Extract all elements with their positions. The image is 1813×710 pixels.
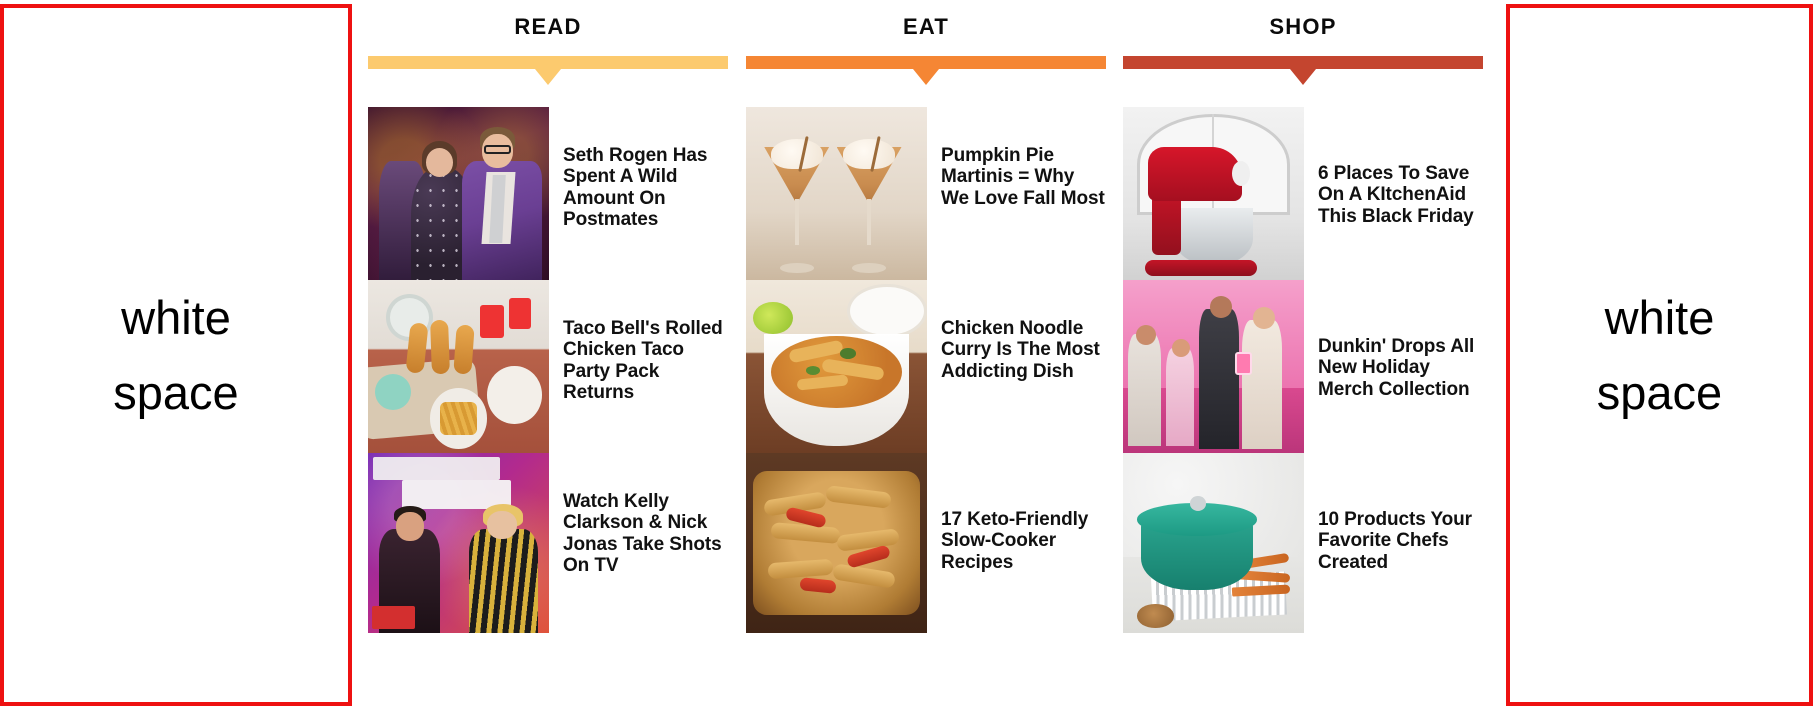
- article-headline[interactable]: 17 Keto-Friendly Slow-Cooker Recipes: [927, 453, 1106, 573]
- article-thumbnail-keto-slow-cooker[interactable]: [746, 453, 927, 633]
- article-headline[interactable]: Chicken Noodle Curry Is The Most Addicti…: [927, 280, 1106, 382]
- right-whitespace-annotation-box: white space: [1506, 4, 1813, 706]
- article-card[interactable]: Pumpkin Pie Martinis = Why We Love Fall …: [746, 107, 1106, 287]
- column-title-eat[interactable]: EAT: [746, 14, 1106, 40]
- column-bar-read: [368, 56, 728, 69]
- article-card[interactable]: Chicken Noodle Curry Is The Most Addicti…: [746, 280, 1106, 460]
- column-title-shop[interactable]: SHOP: [1123, 14, 1483, 40]
- article-thumbnail-chicken-curry[interactable]: [746, 280, 927, 460]
- column-arrow-shop: [1290, 69, 1316, 85]
- screenshot-canvas: white space white space READ Seth Rogen …: [0, 0, 1813, 710]
- article-thumbnail-kitchenaid-mixer[interactable]: [1123, 107, 1304, 287]
- column-bar-eat: [746, 56, 1106, 69]
- column-read: READ Seth Rogen Has Spent A Wild Amount …: [368, 0, 728, 710]
- article-headline[interactable]: Dunkin' Drops All New Holiday Merch Coll…: [1304, 280, 1483, 400]
- article-thumbnail-seth-rogen[interactable]: [368, 107, 549, 287]
- right-whitespace-label: white space: [1596, 290, 1723, 419]
- article-card[interactable]: 10 Products Your Favorite Chefs Created: [1123, 453, 1483, 633]
- left-whitespace-label: white space: [113, 290, 239, 419]
- article-thumbnail-kelly-clarkson[interactable]: [368, 453, 549, 633]
- content-columns: READ Seth Rogen Has Spent A Wild Amount …: [368, 0, 1490, 710]
- article-headline[interactable]: 10 Products Your Favorite Chefs Created: [1304, 453, 1483, 573]
- article-thumbnail-dutch-oven[interactable]: [1123, 453, 1304, 633]
- article-headline[interactable]: Pumpkin Pie Martinis = Why We Love Fall …: [927, 107, 1106, 209]
- article-headline[interactable]: Watch Kelly Clarkson & Nick Jonas Take S…: [549, 453, 728, 576]
- article-headline[interactable]: Taco Bell's Rolled Chicken Taco Party Pa…: [549, 280, 728, 403]
- article-card[interactable]: Dunkin' Drops All New Holiday Merch Coll…: [1123, 280, 1483, 460]
- article-card[interactable]: 6 Places To Save On A KItchenAid This Bl…: [1123, 107, 1483, 287]
- article-headline[interactable]: Seth Rogen Has Spent A Wild Amount On Po…: [549, 107, 728, 230]
- article-card[interactable]: Watch Kelly Clarkson & Nick Jonas Take S…: [368, 453, 728, 633]
- article-thumbnail-taco-bell[interactable]: [368, 280, 549, 460]
- column-bar-shop: [1123, 56, 1483, 69]
- column-shop: SHOP 6 Places To Save On A KItchenAid Th…: [1123, 0, 1483, 710]
- article-card[interactable]: 17 Keto-Friendly Slow-Cooker Recipes: [746, 453, 1106, 633]
- article-headline[interactable]: 6 Places To Save On A KItchenAid This Bl…: [1304, 107, 1483, 227]
- article-card[interactable]: Seth Rogen Has Spent A Wild Amount On Po…: [368, 107, 728, 287]
- column-arrow-read: [535, 69, 561, 85]
- column-eat: EAT Pumpkin Pie Martinis = Why We Love F…: [746, 0, 1106, 710]
- column-title-read[interactable]: READ: [368, 14, 728, 40]
- article-card[interactable]: Taco Bell's Rolled Chicken Taco Party Pa…: [368, 280, 728, 460]
- left-whitespace-annotation-box: white space: [0, 4, 352, 706]
- article-thumbnail-dunkin-merch[interactable]: [1123, 280, 1304, 460]
- column-arrow-eat: [913, 69, 939, 85]
- article-thumbnail-pumpkin-martini[interactable]: [746, 107, 927, 287]
